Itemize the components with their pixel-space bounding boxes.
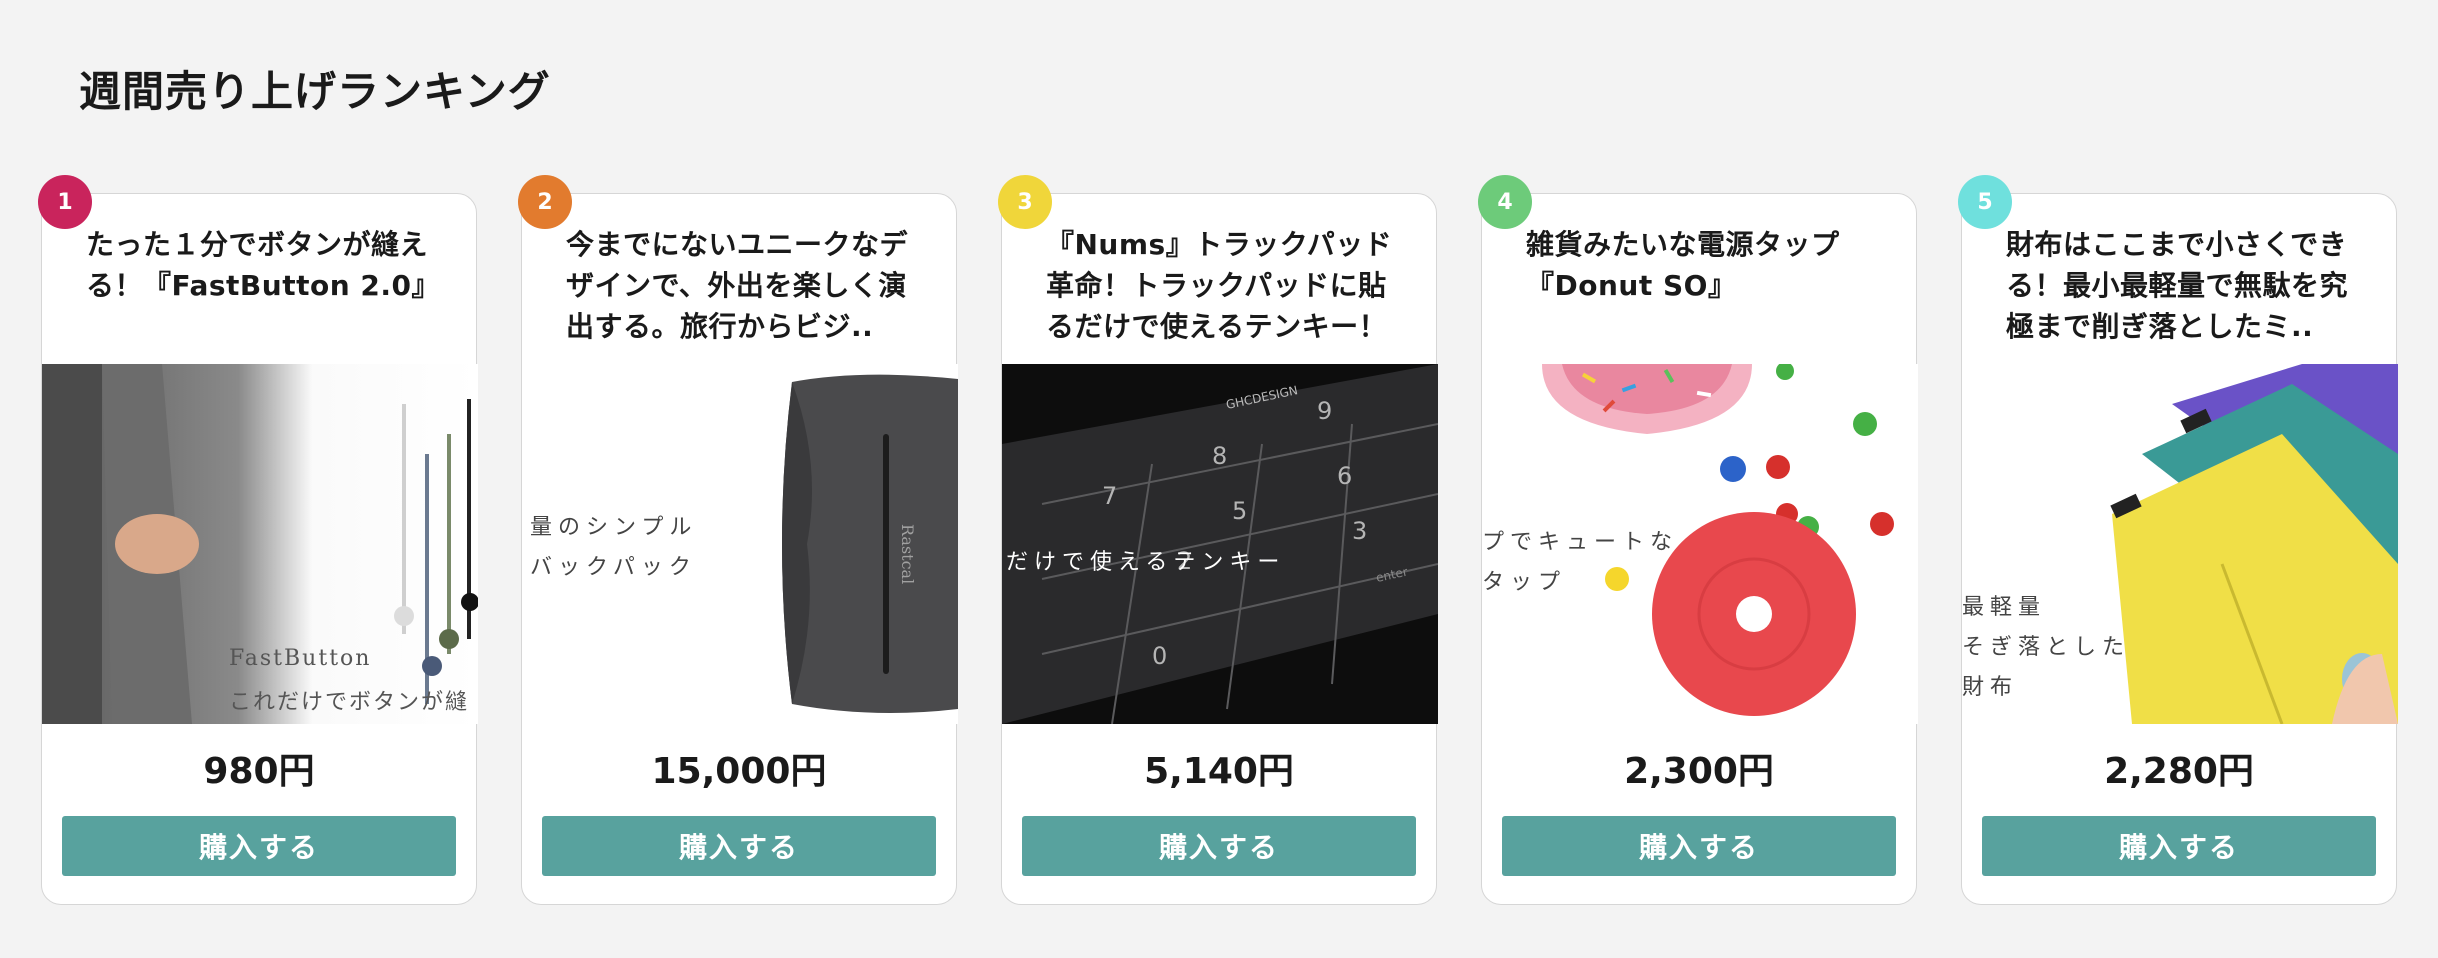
product-price: 980円 — [203, 751, 315, 792]
svg-text:0: 0 — [1152, 642, 1167, 670]
svg-text:6: 6 — [1337, 462, 1352, 490]
buy-button[interactable]: 購入する — [1982, 816, 2376, 876]
image-caption: プでキュートな — [1482, 530, 1679, 555]
product-price: 2,280円 — [2104, 751, 2254, 792]
product-card[interactable]: 2 今までにないユニークなデザインで、外出を楽しく演出する。旅行からビジ.. R… — [518, 175, 958, 905]
page-title: 週間売り上げランキング — [79, 67, 551, 116]
product-image[interactable]: 最軽量 そぎ落とした 財布 — [1962, 364, 2398, 724]
rank-badge: 1 — [38, 175, 92, 229]
product-price: 2,300円 — [1624, 751, 1774, 792]
image-caption: そぎ落とした — [1962, 635, 2131, 660]
rank-badge: 5 — [1958, 175, 2012, 229]
buy-button[interactable]: 購入する — [1502, 816, 1896, 876]
product-price: 5,140円 — [1144, 751, 1294, 792]
product-title[interactable]: 今までにないユニークなデザインで、外出を楽しく演出する。旅行からビジ.. — [566, 224, 926, 347]
product-title[interactable]: 財布はここまで小さくできる！最小最軽量で無駄を究極まで削ぎ落としたミ.. — [2006, 224, 2366, 347]
svg-text:3: 3 — [1352, 517, 1367, 545]
product-price: 15,000円 — [651, 751, 827, 792]
product-title[interactable]: 『Nums』トラックパッド革命！トラックパッドに貼るだけで使えるテンキー！ — [1046, 224, 1406, 347]
backpack-photo: Rastcal — [522, 364, 958, 724]
product-image[interactable]: 9 8 6 7 5 3 2 0 GHCDESIGN enter だけで使えるテン… — [1002, 364, 1438, 724]
image-caption: 財布 — [1962, 675, 2019, 700]
image-caption: 最軽量 — [1962, 595, 2047, 620]
product-card[interactable]: 4 雑貨みたいな電源タップ『Donut SO』 プでキュートな タップ 2,30… — [1478, 175, 1918, 905]
svg-text:7: 7 — [1102, 482, 1117, 510]
product-card[interactable]: 5 財布はここまで小さくできる！最小最軽量で無駄を究極まで削ぎ落としたミ.. 最… — [1958, 175, 2398, 905]
image-caption: だけで使えるテンキー — [1006, 550, 1286, 575]
buy-button[interactable]: 購入する — [62, 816, 456, 876]
product-card[interactable]: 1 たった１分でボタンが縫える！『FastButton 2.0』 FastBut… — [38, 175, 478, 905]
product-image[interactable]: FastButton これだけでボタンが縫 — [42, 364, 478, 724]
wallet-photo — [1962, 364, 2398, 724]
image-caption: バックパック — [530, 555, 697, 580]
product-title[interactable]: 雑貨みたいな電源タップ『Donut SO』 — [1526, 224, 1886, 306]
product-image[interactable]: プでキュートな タップ — [1482, 364, 1918, 724]
image-caption: これだけでボタンが縫 — [229, 690, 470, 715]
product-title[interactable]: たった１分でボタンが縫える！『FastButton 2.0』 — [86, 224, 446, 306]
svg-text:5: 5 — [1232, 497, 1247, 525]
buy-button[interactable]: 購入する — [1022, 816, 1416, 876]
svg-text:Rastcal: Rastcal — [898, 524, 917, 584]
product-image[interactable]: Rastcal 量のシンプル バックパック — [522, 364, 958, 724]
rank-badge: 4 — [1478, 175, 1532, 229]
svg-text:9: 9 — [1317, 397, 1332, 425]
svg-text:8: 8 — [1212, 442, 1227, 470]
rank-badge: 2 — [518, 175, 572, 229]
buy-button[interactable]: 購入する — [542, 816, 936, 876]
image-caption: タップ — [1482, 570, 1567, 595]
rank-badge: 3 — [998, 175, 1052, 229]
product-card[interactable]: 3 『Nums』トラックパッド革命！トラックパッドに貼るだけで使えるテンキー！ … — [998, 175, 1438, 905]
image-caption: FastButton — [229, 646, 372, 671]
image-caption: 量のシンプル — [530, 515, 698, 540]
